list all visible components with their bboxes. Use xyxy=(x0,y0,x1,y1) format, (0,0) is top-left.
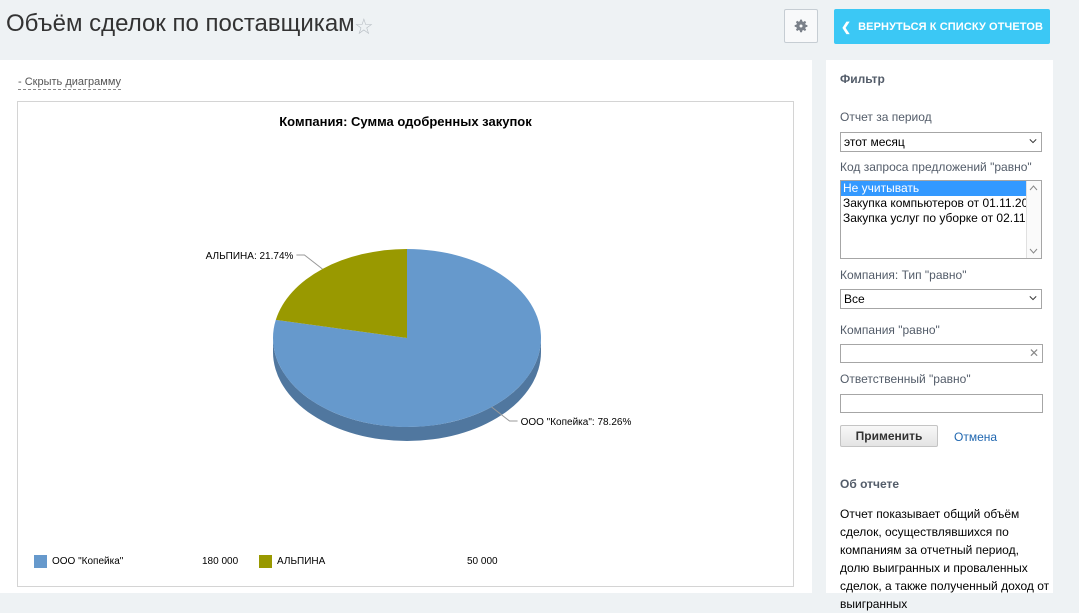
report-main: - Скрыть диаграмму Компания: Сумма одобр… xyxy=(0,60,812,593)
hide-chart-link[interactable]: - Скрыть диаграмму xyxy=(18,76,122,90)
period-select[interactable]: этот месяц xyxy=(840,132,1042,152)
legend-value: 50 000 xyxy=(467,556,498,567)
period-value: этот месяц xyxy=(844,135,905,149)
company-type-value: Все xyxy=(844,292,865,306)
about-title: Об отчете xyxy=(840,477,900,491)
request-code-list[interactable]: Не учитывать Закупка компьютеров от 01.1… xyxy=(840,180,1042,259)
company-input[interactable]: ✕ xyxy=(840,344,1043,363)
clear-icon[interactable]: ✕ xyxy=(1029,346,1039,360)
star-icon[interactable]: ☆ xyxy=(354,14,374,40)
pie-slice-label: АЛЬПИНА: 21.74% xyxy=(206,251,294,262)
cancel-link[interactable]: Отмена xyxy=(954,430,997,444)
company-type-label: Компания: Тип "равно" xyxy=(840,268,967,282)
filter-panel: Фильтр Отчет за период этот месяц Код за… xyxy=(826,60,1053,611)
request-code-option[interactable]: Закупка компьютеров от 01.11.2017 xyxy=(841,196,1027,211)
apply-button[interactable]: Применить xyxy=(840,425,938,447)
top-bar: Объём сделок по поставщикам ☆ ❮ ВЕРНУТЬС… xyxy=(0,0,1079,60)
company-type-select[interactable]: Все xyxy=(840,289,1042,309)
request-code-label: Код запроса предложений "равно" xyxy=(840,160,1032,174)
about-text: Отчет показывает общий объём сделок, осу… xyxy=(840,507,1050,611)
scroll-down-icon[interactable] xyxy=(1027,246,1040,256)
back-to-reports-label: ВЕРНУТЬСЯ К СПИСКУ ОТЧЕТОВ xyxy=(858,20,1044,33)
legend-swatch xyxy=(259,555,272,568)
responsible-input[interactable] xyxy=(840,394,1043,413)
chevron-down-icon xyxy=(1029,139,1037,144)
responsible-label: Ответственный "равно" xyxy=(840,372,971,386)
request-code-option[interactable]: Закупка услуг по уборке от 02.11.2017 xyxy=(841,211,1027,226)
chevron-down-icon xyxy=(1029,296,1037,301)
chevron-left-icon: ❮ xyxy=(840,19,852,34)
legend-label: ООО "Копейка" xyxy=(52,556,124,567)
period-label: Отчет за период xyxy=(840,110,932,124)
pie-chart: ООО "Копейка": 78.26% АЛЬПИНА: 21.74% xyxy=(206,249,632,441)
request-code-option[interactable]: Не учитывать xyxy=(841,181,1027,196)
pie-leader-line xyxy=(296,254,323,270)
legend-label: АЛЬПИНА xyxy=(277,556,326,567)
filter-title: Фильтр xyxy=(840,72,885,86)
legend-swatch xyxy=(34,555,47,568)
pie-slice-label: ООО "Копейка": 78.26% xyxy=(521,417,632,428)
chart-container: Компания: Сумма одобренных закупок ООО "… xyxy=(17,101,794,587)
legend-value: 180 000 xyxy=(202,556,239,567)
page-title: Объём сделок по поставщикам xyxy=(6,10,355,37)
back-to-reports-button[interactable]: ❮ ВЕРНУТЬСЯ К СПИСКУ ОТЧЕТОВ xyxy=(834,9,1050,44)
list-scrollbar[interactable] xyxy=(1026,181,1041,258)
scroll-up-icon[interactable] xyxy=(1027,183,1040,193)
company-label: Компания "равно" xyxy=(840,323,940,337)
gear-icon xyxy=(794,19,808,33)
settings-button[interactable] xyxy=(784,9,818,43)
